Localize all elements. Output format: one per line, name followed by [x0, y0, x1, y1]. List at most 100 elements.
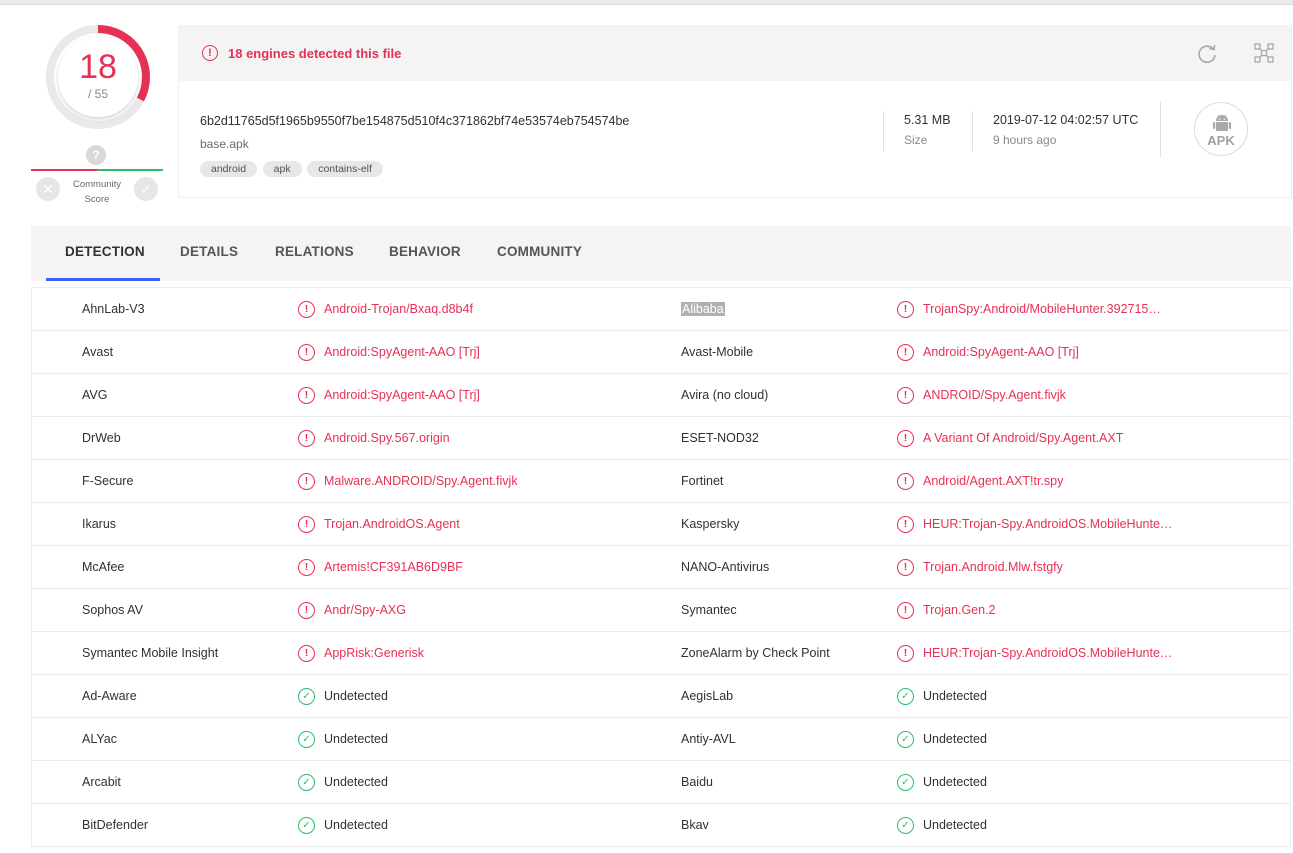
divider [972, 111, 973, 151]
community-bar-positive [97, 169, 163, 171]
alert-icon: ! [298, 558, 315, 576]
detection-row: Ad-Aware ✓ Undetected AegisLab ✓ Undetected [32, 675, 1290, 718]
file-info-panel: 6b2d11765d5f1965b9550f7be154875d510f4c37… [178, 81, 1292, 198]
detection-result-text: Trojan.Android.Mlw.fstgfy [923, 560, 1063, 574]
alert-icon: ! [298, 472, 315, 490]
detection-row: AVG! Android:SpyAgent-AAO [Trj] Avira (no … [32, 374, 1290, 417]
alert-icon: ! [897, 429, 914, 447]
alert-icon: ! [298, 601, 315, 619]
detection-result: ✓ Undetected [897, 675, 987, 717]
alert-icon: ! [897, 601, 914, 619]
check-icon: ✓ [897, 730, 914, 748]
engine-name-text: Avast-Mobile [681, 345, 754, 359]
engine-name-text: Antiy-AVL [681, 732, 736, 746]
community-label-line2: Score [84, 194, 110, 205]
engine-name: Alibaba [681, 288, 725, 330]
active-tab-indicator [46, 278, 160, 281]
tag-android[interactable]: android [200, 161, 258, 177]
engine-name: Arcabit [82, 761, 121, 803]
detection-result-text: Undetected [923, 775, 987, 789]
divider [1160, 101, 1161, 157]
community-score-label: Community Score [61, 177, 133, 207]
engine-name: Sophos AV [82, 589, 143, 631]
file-size-label: Size [904, 133, 928, 147]
tab-details[interactable]: DETAILS [180, 226, 238, 281]
detection-result-text: Android.Spy.567.origin [324, 431, 450, 445]
engine-name-text: Kaspersky [681, 517, 740, 531]
detection-result-text: Android:SpyAgent-AAO [Trj] [923, 345, 1079, 359]
reanalyze-icon[interactable] [1196, 43, 1218, 65]
engine-name-text: ESET-NOD32 [681, 431, 759, 445]
detection-result: ! Trojan.AndroidOS.Agent [298, 503, 460, 545]
detection-row: Symantec Mobile Insight! AppRisk:Generisk… [32, 632, 1290, 675]
alert-icon: ! [298, 429, 315, 447]
detection-result-text: Undetected [923, 818, 987, 832]
engine-name-text: Symantec Mobile Insight [82, 646, 219, 660]
tab-behavior[interactable]: BEHAVIOR [389, 226, 461, 281]
engine-name: Baidu [681, 761, 713, 803]
detection-result-text: Andr/Spy-AXG [324, 603, 406, 617]
graph-icon[interactable] [1254, 43, 1274, 63]
detection-result: ! Android/Agent.AXT!tr.spy [897, 460, 1063, 502]
engine-name: NANO-Antivirus [681, 546, 769, 588]
engine-name-text: AVG [82, 388, 108, 402]
check-icon: ✓ [298, 773, 315, 791]
tab-community[interactable]: COMMUNITY [497, 226, 582, 281]
file-size-value: 5.31 MB [904, 113, 951, 127]
detection-result-text: HEUR:Trojan-Spy.AndroidOS.MobileHunte… [923, 517, 1173, 531]
detection-result-text: Android-Trojan/Bxaq.d8b4f [324, 302, 473, 316]
detection-row: ALYac ✓ Undetected Antiy-AVL ✓ Undetected [32, 718, 1290, 761]
alert-icon: ! [298, 300, 315, 318]
detection-result: ! Trojan.Android.Mlw.fstgfy [897, 546, 1063, 588]
total-engines: / 55 [87, 87, 108, 101]
community-bar-negative [31, 169, 97, 171]
engine-name-text: Ikarus [82, 517, 117, 531]
detection-result-text: Android:SpyAgent-AAO [Trj] [324, 388, 480, 402]
help-icon[interactable]: ? [86, 145, 106, 165]
detection-result-text: Trojan.Gen.2 [923, 603, 996, 617]
detection-result-text: Trojan.AndroidOS.Agent [324, 517, 460, 531]
tab-relations[interactable]: RELATIONS [275, 226, 354, 281]
detection-row: Sophos AV! Andr/Spy-AXG Symantec! Trojan.Ge… [32, 589, 1290, 632]
tag-contains-elf[interactable]: contains-elf [307, 161, 383, 177]
engine-name: Ikarus [82, 503, 116, 545]
detection-result-text: ANDROID/Spy.Agent.fivjk [923, 388, 1066, 402]
engine-name: Fortinet [681, 460, 723, 502]
detection-banner: ! 18 engines detected this file [178, 25, 1292, 81]
tab-detection[interactable]: DETECTION [65, 226, 145, 281]
file-type-label: APK [1207, 133, 1235, 148]
detection-result: ! ANDROID/Spy.Agent.fivjk [897, 374, 1066, 416]
detection-result-text: Artemis!CF391AB6D9BF [324, 560, 463, 574]
detection-result: ! Android:SpyAgent-AAO [Trj] [298, 374, 480, 416]
engine-name: BitDefender [82, 804, 148, 846]
detection-result-text: Undetected [324, 732, 388, 746]
detection-row: BitDefender ✓ Undetected Bkav ✓ Undetected [32, 804, 1290, 847]
detection-result: ✓ Undetected [298, 761, 388, 803]
detection-result-text: Android/Agent.AXT!tr.spy [923, 474, 1064, 488]
detection-result: ! Trojan.Gen.2 [897, 589, 996, 631]
alert-icon: ! [298, 644, 315, 662]
engine-name: Kaspersky [681, 503, 739, 545]
check-icon: ✓ [298, 687, 315, 705]
engine-name: Symantec Mobile Insight [82, 632, 218, 674]
vote-harmless-button[interactable]: ✓ [134, 177, 158, 201]
alert-icon: ! [298, 343, 315, 361]
check-icon: ✓ [298, 816, 315, 834]
engine-name-text: Symantec [681, 603, 737, 617]
community-score: ? ✕ Community Score ✓ [31, 145, 163, 205]
engine-name-text: Ad-Aware [82, 689, 137, 703]
detection-result: ! Android-Trojan/Bxaq.d8b4f [298, 288, 473, 330]
engine-name: Ad-Aware [82, 675, 137, 717]
detection-score-gauge: 18 / 55 [45, 24, 151, 130]
file-hash[interactable]: 6b2d11765d5f1965b9550f7be154875d510f4c37… [200, 114, 629, 128]
detection-result: ✓ Undetected [298, 718, 388, 760]
alert-icon: ! [897, 644, 914, 662]
vote-malicious-button[interactable]: ✕ [36, 177, 60, 201]
file-type-badge: APK [1194, 102, 1248, 156]
tag-apk[interactable]: apk [262, 161, 302, 177]
engine-name: Avast [82, 331, 113, 373]
engine-name-text: ZoneAlarm by Check Point [681, 646, 830, 660]
engine-name: DrWeb [82, 417, 121, 459]
detection-result-text: AppRisk:Generisk [324, 646, 425, 660]
engine-name: Bkav [681, 804, 709, 846]
